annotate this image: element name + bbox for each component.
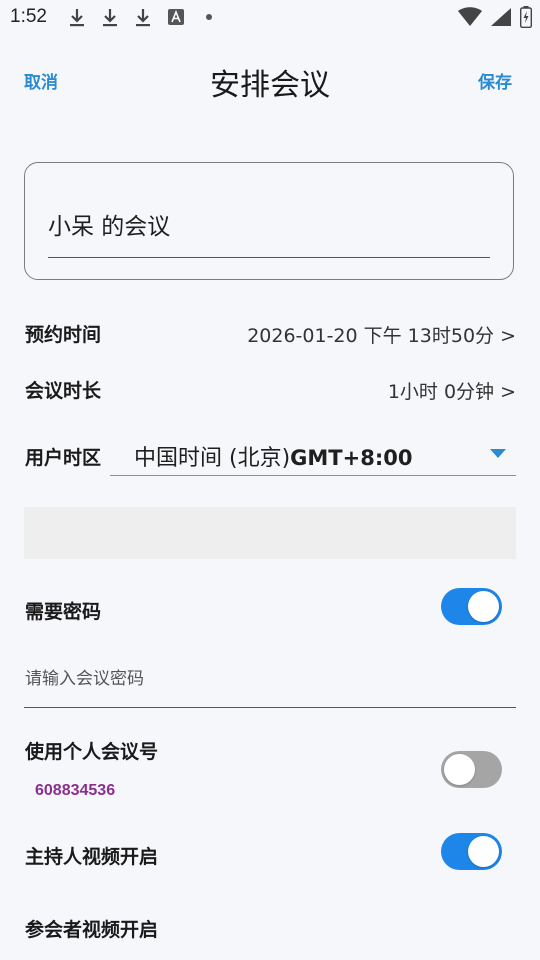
timezone-label: 用户时区 — [25, 447, 102, 469]
signal-icon — [490, 7, 512, 31]
password-toggle[interactable] — [441, 588, 502, 625]
font-app-icon — [165, 6, 186, 28]
download-icon — [66, 6, 87, 28]
timezone-name: 中国时间 (北京) — [134, 446, 291, 471]
duration-value[interactable]: 1小时 0分钟 > — [388, 377, 516, 404]
toggle-knob — [444, 754, 475, 785]
toggle-knob — [468, 836, 499, 867]
status-time: 1:52 — [10, 6, 47, 27]
battery-icon — [519, 6, 533, 32]
timezone-dropdown[interactable]: 中国时间 (北京)GMT+8:00 — [110, 432, 516, 476]
meeting-topic-card: 小呆 的会议 — [24, 162, 514, 280]
status-bar: 1:52 — [0, 0, 540, 36]
personal-meeting-id-label: 使用个人会议号 — [25, 741, 159, 763]
schedule-time-value[interactable]: 2026-01-20 下午 13时50分 > — [247, 321, 516, 348]
password-label: 需要密码 — [25, 601, 102, 623]
notification-icons — [66, 6, 219, 28]
page-title: 安排会议 — [210, 68, 330, 103]
download-icon — [132, 6, 153, 28]
download-icon — [99, 6, 120, 28]
schedule-time-label: 预约时间 — [25, 324, 102, 346]
password-input[interactable]: 请输入会议密码 — [24, 652, 516, 708]
duration-label: 会议时长 — [25, 380, 102, 402]
meeting-topic-input[interactable]: 小呆 的会议 — [48, 207, 170, 241]
wifi-icon — [458, 7, 482, 31]
timezone-gmt: GMT+8:00 — [290, 446, 413, 470]
host-video-toggle[interactable] — [441, 833, 502, 870]
dropdown-caret-icon — [490, 449, 506, 458]
password-placeholder: 请输入会议密码 — [25, 669, 144, 689]
dot-icon — [198, 6, 219, 28]
host-video-label: 主持人视频开启 — [25, 846, 159, 868]
gray-placeholder-block — [24, 507, 516, 559]
topic-underline — [48, 257, 490, 258]
personal-meeting-id-number: 608834536 — [35, 782, 116, 799]
system-icons — [458, 6, 533, 32]
toggle-knob — [468, 591, 499, 622]
personal-meeting-id-toggle[interactable] — [441, 751, 502, 788]
save-button[interactable]: 保存 — [478, 68, 512, 93]
timezone-selected-value: 中国时间 (北京)GMT+8:00 — [134, 440, 412, 472]
participant-video-label: 参会者视频开启 — [25, 919, 159, 941]
